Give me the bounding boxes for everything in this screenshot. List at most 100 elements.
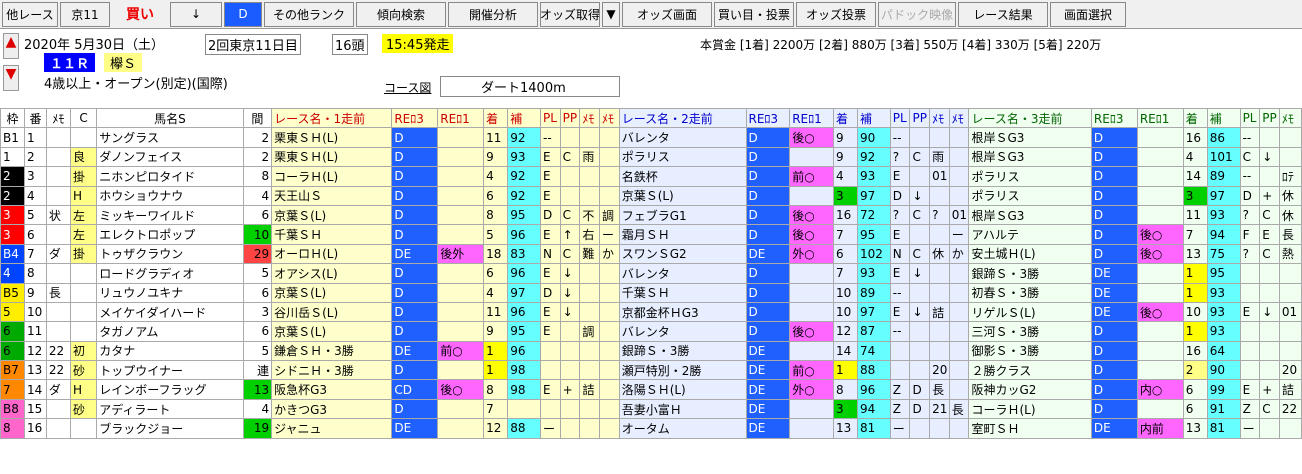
cell-14: か [599,243,620,265]
cell-19: 95 [856,224,891,245]
header-1[interactable]: 番 [24,107,47,129]
cell-2 [45,263,71,284]
cell-29: -- [1239,166,1261,187]
toolbar-button-5[interactable]: その他ランク [264,1,354,27]
header-9[interactable]: 着 [483,107,509,129]
cell-11: E [540,185,561,206]
cell-24: 室町ＳＨ [968,418,1092,439]
toolbar-button-9[interactable]: ▼ [602,1,620,27]
cell-29: -- [1239,127,1261,148]
header-15[interactable]: レース名・2走前 [618,107,747,129]
toolbar-button-0[interactable]: 他レース [2,1,58,27]
cell-29 [1239,340,1261,362]
toolbar-button-11[interactable]: 買い目・投票 [714,1,794,27]
header-12[interactable]: PP [559,107,581,129]
cell-28: 95 [1206,263,1241,284]
toolbar-button-14[interactable]: レース結果 [958,1,1048,27]
header-25[interactable]: REﾛ3 [1090,107,1138,129]
cell-19: 97 [856,185,891,206]
header-6[interactable]: レース名・1走前 [271,107,393,129]
cell-12 [559,166,581,187]
next-race-down-arrow-icon[interactable]: ▼ [3,65,19,91]
header-24[interactable]: レース名・3走前 [968,107,1092,129]
header-11[interactable]: PL [540,107,561,129]
header-20[interactable]: PL [889,107,911,129]
toolbar-button-1[interactable]: 京11 [60,1,110,27]
table-row[interactable]: B4 7 ダ掛トゥザクラウン 29 オーロＨ(L) DE 後外 18 83 N C 難かスワンＳG2 D… [0,243,1302,265]
header-18[interactable]: 着 [832,107,858,129]
header-16[interactable]: REﾛ3 [745,107,791,129]
header-14[interactable]: ﾒﾓ [599,107,620,129]
cell-0: 8 [0,418,26,439]
header-5[interactable]: 間 [242,107,273,129]
table-row[interactable]: 1 2 良ダノンフェイス 2 栗東ＳＨ(L) D 9 93 E C 雨ポラリス D 9 92? C 雨根岸ＳG… [0,146,1302,168]
table-row[interactable]: 3 6 左エレクトロポップ 10 千葉ＳＨ D 5 96 E ↑ 右ー霜月ＳＨ D 後○ 7 95 E ーアハル… [0,224,1302,245]
cell-5: 4 [242,185,273,206]
header-4[interactable]: 馬名S [96,107,244,129]
toolbar-button-10[interactable]: オッズ画面 [622,1,712,27]
cell-14 [599,127,620,148]
table-row[interactable]: 8 16 ブラックジョー 19 ジャニュ DE 12 88 ーオータム DE 13 81 ー室町ＳＨ DE… [0,418,1302,439]
cell-4: ブラックジョー [96,418,244,439]
toolbar-button-6[interactable]: 傾向検索 [356,1,446,27]
header-10[interactable]: 補 [507,107,541,129]
header-26[interactable]: REﾛ1 [1136,107,1184,129]
cell-25: D [1090,127,1138,148]
table-row[interactable]: 4 8 ロードグラディオ 5 オアシス(L) D 6 96 E ↓ バレンタ D 7 93 E ↓ 銀蹄Ｓ・3勝… [0,263,1302,284]
table-row[interactable]: 2 3 掛ニホンピロタイド 8 コーラＨ(L) D 4 92 E 名鉄杯 D 前○ 4 93 E 01 ポラリス… [0,166,1302,187]
header-22[interactable]: ﾒﾓ [929,107,950,129]
header-28[interactable]: 補 [1206,107,1241,129]
cell-7: D [391,185,439,206]
cell-12 [559,418,581,439]
table-row[interactable]: B1 1 サングラス 2 栗東ＳＨ(L) D 11 92 -- バレンタ D 後○ 9 90 -- 根岸ＳG3… [0,127,1302,148]
toolbar-button-3[interactable]: ↓ [170,1,222,27]
header-30[interactable]: PP [1259,107,1280,129]
header-0[interactable]: 枠 [0,107,26,129]
cell-19: 90 [856,127,891,148]
toolbar-button-7[interactable]: 開催分析 [448,1,538,27]
toolbar-button-13[interactable]: パドック映像 [878,1,956,27]
toolbar-button-12[interactable]: オッズ投票 [796,1,876,27]
toolbar-button-4[interactable]: D [224,1,262,27]
cell-16: DE [745,418,791,439]
cell-28: 93 [1206,204,1241,226]
prev-race-up-arrow-icon[interactable]: ▲ [3,33,19,59]
cell-15: オータム [618,418,747,439]
cell-6: 千葉ＳＨ [271,224,393,245]
table-row[interactable]: 6 12 22 初カタナ 5 鎌倉ＳＨ・3勝 DE 前○ 1 96 銀蹄Ｓ・3勝 DE 14 74 御影Ｓ・… [0,340,1302,362]
cell-13 [579,263,601,284]
header-3[interactable]: C [69,107,98,129]
header-7[interactable]: REﾛ3 [391,107,439,129]
header-13[interactable]: ﾒﾓ [579,107,601,129]
header-27[interactable]: 着 [1182,107,1208,129]
table-row[interactable]: 5 10 メイケイダイハード 3 谷川岳Ｓ(L) D 11 96 E ↓ 京都金杯ＨG3 D 10 97 E… [0,301,1302,323]
cell-14 [599,418,620,439]
header-21[interactable]: PP [909,107,931,129]
table-row[interactable]: 2 4 H ホウショウナウ 4 天王山Ｓ D 6 92 E 京葉Ｓ(L) D 3 97 D ↓ ポラリス D 3 97… [0,185,1302,206]
table-row[interactable]: B5 9 長リュウノユキナ 6 京葉Ｓ(L) D 4 97 D ↓ 千葉ＳＨ D 10 89 -- 初春Ｓ・3… [0,282,1302,303]
toolbar-button-2[interactable]: 買い [112,1,168,27]
cell-4: メイケイダイハード [96,301,244,323]
table-row[interactable]: B7 13 22 砂トップウイナー連シドニＨ・3勝 D 1 98 瀬戸特別・2勝 DE 前○ 1 88… [0,360,1302,381]
toolbar-button-15[interactable]: 画面選択 [1050,1,1126,27]
header-17[interactable]: REﾛ1 [789,107,834,129]
table-row[interactable]: 6 11 タガノアム 6 京葉Ｓ(L) D 9 95 E 調バレンタ D 後○ 12 87 -- 三河Ｓ・3勝… [0,321,1302,342]
cell-31: 長 [1278,224,1302,245]
cell-21: D [909,398,931,420]
table-row[interactable]: 3 5 状左ミッキーワイルド 6 京葉Ｓ(L) D 8 95 D C 不調フェブラG1 D 後○ 16 72… [0,204,1302,226]
cell-26 [1136,398,1184,420]
cell-31 [1278,282,1302,303]
cell-24: 阪神カッG2 [968,379,1092,400]
header-8[interactable]: REﾛ1 [437,107,485,129]
toolbar-button-8[interactable]: オッズ取得 [540,1,600,27]
header-29[interactable]: PL [1239,107,1261,129]
table-row[interactable]: 7 14 ダ H レインボーフラッグ 13 阪急杯G3 CD 後○ 8 98 E + 詰洛陽ＳＨ(L) DE… [0,379,1302,400]
header-31[interactable]: ﾒﾓ [1278,107,1302,129]
header-19[interactable]: 補 [856,107,891,129]
header-23[interactable]: ﾒﾓ [948,107,970,129]
cell-13 [579,301,601,323]
course-label[interactable]: コース図 [384,79,431,96]
table-row[interactable]: B8 15 砂アディラート 4 かきつG3 D 7 吾妻小富Ｈ DE 3 94 Z D 21 長コーラＨ(L… [0,398,1302,420]
header-2[interactable]: ﾒﾓ [45,107,71,129]
cell-1: 10 [24,301,47,323]
